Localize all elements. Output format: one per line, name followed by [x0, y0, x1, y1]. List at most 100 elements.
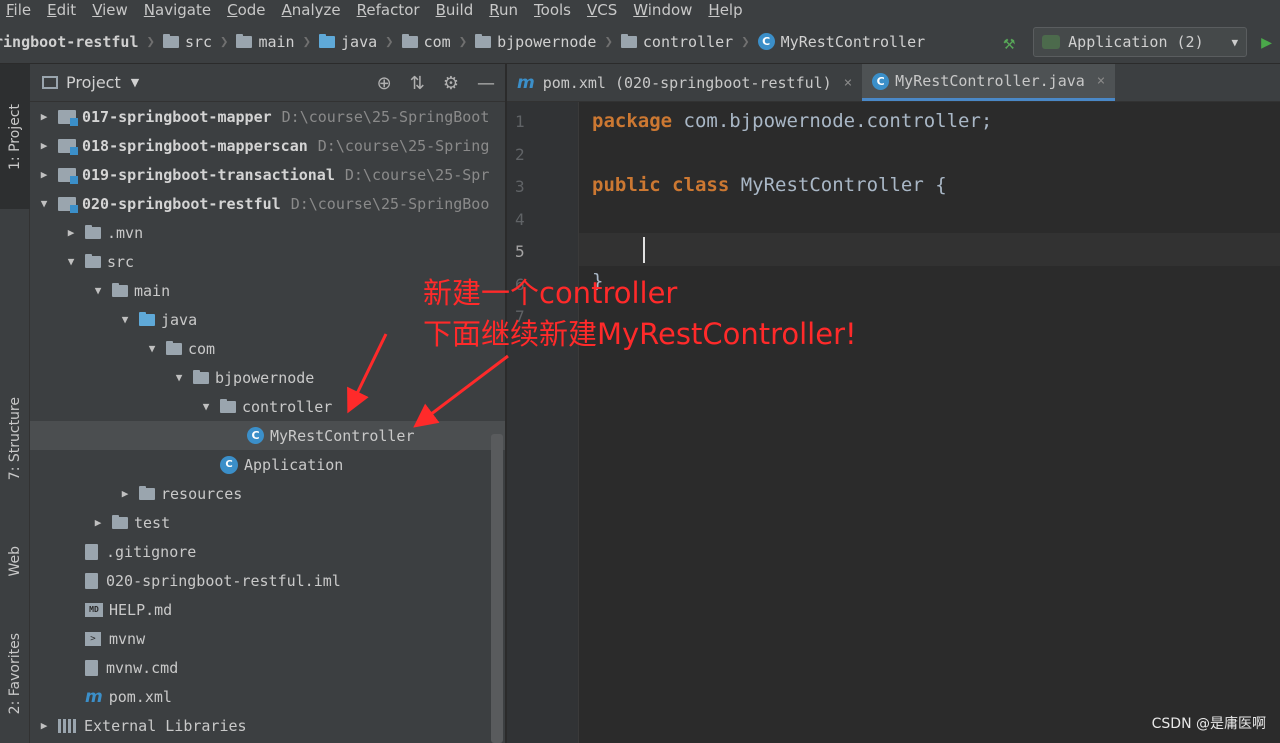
line-number: 1 [515, 112, 525, 131]
collapse-arrow-icon[interactable]: ▶ [36, 719, 52, 732]
breadcrumb-item[interactable]: com ❯ [401, 33, 476, 51]
collapse-arrow-icon[interactable]: ▶ [90, 516, 106, 529]
run-configuration-selector[interactable]: Application (2) ▼ [1033, 27, 1248, 57]
collapse-arrow-icon[interactable]: ▶ [36, 168, 52, 181]
tree-item[interactable]: ▶.gitignore [30, 537, 505, 566]
code-line-3[interactable]: public class MyRestController { [592, 174, 947, 196]
tree-item[interactable]: ▶ 018-springboot-mapperscan D:\course\25-S… [30, 131, 505, 160]
run-icon[interactable]: ▶ [1261, 32, 1272, 53]
breadcrumb-item[interactable]: main ❯ [236, 33, 319, 51]
tree-item[interactable]: ▶MDHELP.md [30, 595, 505, 624]
expand-arrow-icon[interactable]: ▼ [198, 400, 214, 413]
navigation-bar: ringboot-restful ❯ src ❯ main ❯ java ❯ com ❯ bjpow… [0, 20, 1280, 64]
locate-target-icon[interactable]: ⊕ [377, 73, 392, 94]
breadcrumb-label: MyRestController [780, 32, 926, 51]
tree-item[interactable]: ▶ resources [30, 479, 505, 508]
chevron-right-icon: ❯ [385, 33, 394, 50]
chevron-down-icon[interactable]: ▼ [131, 76, 139, 89]
expand-arrow-icon[interactable]: ▼ [171, 371, 187, 384]
collapse-arrow-icon[interactable]: ▶ [36, 139, 52, 152]
line-number: 5 [515, 242, 525, 261]
java-class-icon: C [757, 33, 775, 50]
menu-item-analyze[interactable]: Analyze [274, 0, 349, 20]
build-hammer-icon[interactable]: ⚒ [1003, 30, 1015, 54]
tree-item[interactable]: ▶CApplication [30, 450, 505, 479]
tree-item-label: resources [161, 484, 243, 503]
chevron-down-icon: ▼ [1231, 35, 1239, 49]
tab-favorites[interactable]: 2: Favorites [0, 609, 30, 739]
menu-item-window[interactable]: Window [625, 0, 700, 20]
tree-item[interactable]: ▼ 020-springboot-restful D:\course\25-Spri… [30, 189, 505, 218]
menu-item-file[interactable]: File [0, 0, 39, 20]
tree-item-label: java [161, 310, 198, 329]
project-panel-title[interactable]: Project [66, 73, 121, 92]
folder-icon [112, 514, 128, 529]
menu-item-build[interactable]: Build [428, 0, 482, 20]
collapse-arrow-icon[interactable]: ▶ [36, 110, 52, 123]
source-folder-icon [319, 33, 336, 48]
tree-item[interactable]: ▶ 017-springboot-mapper D:\course\25-Sprin… [30, 102, 505, 131]
java-class-icon: C [247, 427, 264, 444]
minimize-icon[interactable]: — [477, 73, 495, 94]
menu-item-edit[interactable]: Edit [39, 0, 84, 20]
menu-item-view[interactable]: View [84, 0, 136, 20]
module-icon [58, 196, 78, 213]
code-line-1[interactable]: package com.bjpowernode.controller; [592, 110, 992, 132]
menu-bar: File Edit View Navigate Code Analyze Refactor B… [0, 0, 1280, 20]
tree-item[interactable]: ▶mpom.xml [30, 682, 505, 711]
folder-icon [236, 33, 253, 48]
tree-item[interactable]: ▶020-springboot-restful.iml [30, 566, 505, 595]
tab-structure[interactable]: 7: Structure [0, 364, 30, 514]
close-icon[interactable]: × [844, 75, 852, 91]
expand-arrow-icon[interactable]: ▼ [63, 255, 79, 268]
breadcrumb-item[interactable]: ringboot-restful ❯ [0, 33, 163, 51]
tree-item[interactable]: ▼ bjpowernode [30, 363, 505, 392]
line-number: 4 [515, 209, 525, 229]
tree-item-label: controller [242, 397, 333, 416]
menu-item-run[interactable]: Run [481, 0, 526, 20]
tree-item[interactable]: ▶ External Libraries [30, 711, 505, 740]
folder-icon [85, 253, 101, 268]
menu-item-refactor[interactable]: Refactor [349, 0, 428, 20]
menu-item-navigate[interactable]: Navigate [136, 0, 219, 20]
menu-item-code[interactable]: Code [219, 0, 273, 20]
menu-item-vcs[interactable]: VCS [579, 0, 625, 20]
expand-arrow-icon[interactable]: ▼ [117, 313, 133, 326]
editor-tab[interactable]: C MyRestController.java × [862, 64, 1116, 101]
folder-icon [475, 33, 492, 48]
menu-item-help[interactable]: Help [700, 0, 750, 20]
breadcrumb-item[interactable]: src ❯ [162, 33, 237, 51]
tree-item[interactable]: ▶ .mvn [30, 218, 505, 247]
tab-web[interactable]: Web [0, 526, 30, 596]
tree-item[interactable]: ▼ controller [30, 392, 505, 421]
tab-project[interactable]: 1: Project [0, 64, 30, 209]
tree-item[interactable]: ▶ test [30, 508, 505, 537]
collapse-all-icon[interactable]: ⇅ [410, 73, 425, 94]
collapse-arrow-icon[interactable]: ▶ [117, 487, 133, 500]
tree-item-path: D:\course\25-Spr [344, 165, 490, 184]
expand-arrow-icon[interactable]: ▼ [90, 284, 106, 297]
project-scrollbar[interactable] [491, 434, 503, 743]
editor-tab-label: MyRestController.java [895, 72, 1085, 90]
expand-arrow-icon[interactable]: ▼ [144, 342, 160, 355]
annotation-text-line1: 新建一个controller [423, 276, 678, 310]
editor-tab[interactable]: m pom.xml (020-springboot-restful) × [507, 64, 862, 101]
tree-item[interactable]: ▶ 019-springboot-transactional D:\course\2… [30, 160, 505, 189]
tree-item[interactable]: ▶mvnw.cmd [30, 653, 505, 682]
tree-item[interactable]: ▶>mvnw [30, 624, 505, 653]
expand-arrow-icon[interactable]: ▼ [36, 197, 52, 210]
breadcrumb-item[interactable]: C MyRestController [757, 32, 926, 51]
gear-icon[interactable]: ⚙ [443, 73, 459, 94]
breadcrumb-item[interactable]: controller ❯ [620, 33, 758, 51]
menu-item-tools[interactable]: Tools [526, 0, 579, 20]
tree-item[interactable]: ▶CMyRestController [30, 421, 505, 450]
annotation-text-line2: 下面继续新建MyRestController! [423, 317, 857, 351]
breadcrumb-item[interactable]: java ❯ [319, 33, 402, 51]
close-icon[interactable]: × [1097, 73, 1105, 89]
collapse-arrow-icon[interactable]: ▶ [63, 226, 79, 239]
folder-icon [85, 224, 101, 239]
breadcrumb-item[interactable]: bjpowernode ❯ [475, 33, 621, 51]
breadcrumb-label: bjpowernode [497, 32, 597, 51]
line-number: 2 [515, 144, 525, 164]
tree-item-label: External Libraries [84, 716, 247, 735]
